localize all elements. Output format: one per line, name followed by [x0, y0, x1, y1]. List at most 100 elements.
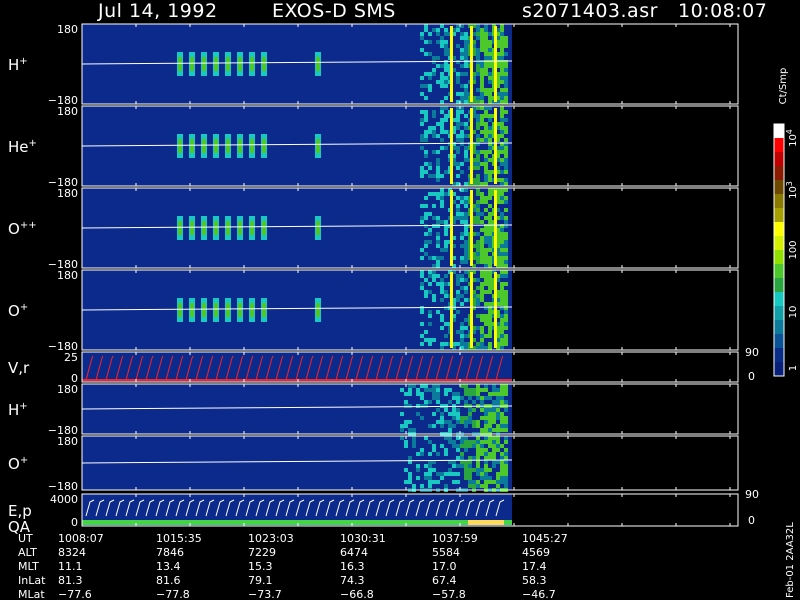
count-cell	[500, 106, 504, 110]
count-cell	[476, 96, 480, 100]
count-cell	[500, 274, 504, 278]
count-cell	[432, 338, 436, 342]
count-cell	[436, 196, 440, 200]
count-cell	[484, 114, 488, 118]
count-cell	[480, 212, 484, 216]
count-cell	[500, 286, 504, 290]
count-cell	[476, 216, 480, 220]
count-cell	[408, 392, 412, 396]
ephemeris-cell: 81.6	[156, 574, 181, 587]
count-cell	[420, 322, 424, 326]
y-min-label: −180	[48, 480, 78, 493]
count-cell	[428, 256, 432, 260]
count-cell	[444, 64, 448, 68]
count-cell	[484, 174, 488, 178]
count-cell	[464, 146, 468, 150]
burst-core	[250, 139, 254, 153]
count-cell	[428, 472, 432, 476]
count-cell	[456, 166, 460, 170]
count-cell	[488, 248, 492, 252]
ephemeris-cell: 79.1	[248, 574, 273, 587]
count-cell	[504, 322, 508, 326]
count-cell	[484, 260, 488, 264]
count-cell	[456, 208, 460, 212]
count-cell	[504, 416, 508, 420]
count-cell	[484, 110, 488, 114]
count-cell	[488, 56, 492, 60]
count-cell	[456, 392, 460, 396]
count-cell	[504, 200, 508, 204]
count-cell	[488, 256, 492, 260]
count-cell	[460, 96, 464, 100]
count-cell	[440, 204, 444, 208]
count-cell	[480, 476, 484, 480]
count-cell	[424, 216, 428, 220]
count-cell	[424, 404, 428, 408]
count-cell	[484, 270, 488, 274]
count-cell	[500, 480, 504, 484]
count-cell	[420, 404, 424, 408]
ephemeris-row-name: InLat	[18, 574, 46, 587]
count-cell	[476, 118, 480, 122]
count-cell	[416, 464, 420, 468]
count-cell	[492, 448, 496, 452]
count-cell	[448, 420, 452, 424]
count-cell	[436, 216, 440, 220]
count-cell	[464, 216, 468, 220]
count-cell	[504, 68, 508, 72]
count-cell	[504, 342, 508, 346]
count-cell	[488, 134, 492, 138]
count-cell	[444, 80, 448, 84]
colorbar-swatch	[774, 152, 784, 167]
count-cell	[464, 126, 468, 130]
count-cell	[500, 80, 504, 84]
count-cell	[488, 48, 492, 52]
count-cell	[476, 178, 480, 182]
ephemeris-row-name: UT	[18, 532, 33, 545]
count-cell	[468, 440, 472, 444]
count-cell	[436, 40, 440, 44]
count-cell	[480, 252, 484, 256]
count-cell	[444, 244, 448, 248]
colorbar-swatch	[774, 222, 784, 237]
count-cell	[504, 460, 508, 464]
count-cell	[504, 318, 508, 322]
count-cell	[440, 278, 444, 282]
colorbar-tick-label: 1	[788, 365, 799, 371]
count-cell	[420, 216, 424, 220]
count-cell	[492, 436, 496, 440]
count-cell	[456, 444, 460, 448]
count-cell	[504, 298, 508, 302]
species-label: He+	[8, 138, 37, 156]
count-cell	[464, 464, 468, 468]
count-cell	[456, 278, 460, 282]
count-cell	[500, 400, 504, 404]
count-cell	[480, 244, 484, 248]
count-cell	[424, 252, 428, 256]
count-cell	[424, 232, 428, 236]
count-cell	[456, 416, 460, 420]
count-cell	[424, 52, 428, 56]
count-cell	[484, 72, 488, 76]
count-cell	[504, 220, 508, 224]
burst-core	[226, 57, 230, 71]
count-cell	[424, 472, 428, 476]
species-superscript: +	[20, 302, 28, 313]
count-cell	[460, 106, 464, 110]
count-cell	[404, 424, 408, 428]
count-cell	[488, 416, 492, 420]
count-cell	[500, 384, 504, 388]
count-cell	[500, 256, 504, 260]
count-cell	[420, 122, 424, 126]
species-superscript: +	[20, 455, 28, 466]
count-cell	[440, 110, 444, 114]
count-cell	[464, 188, 468, 192]
burst-core	[214, 221, 218, 235]
count-cell	[500, 178, 504, 182]
count-cell	[504, 452, 508, 456]
count-cell	[500, 130, 504, 134]
count-cell	[464, 400, 468, 404]
count-cell	[440, 146, 444, 150]
count-cell	[436, 64, 440, 68]
count-cell	[424, 212, 428, 216]
